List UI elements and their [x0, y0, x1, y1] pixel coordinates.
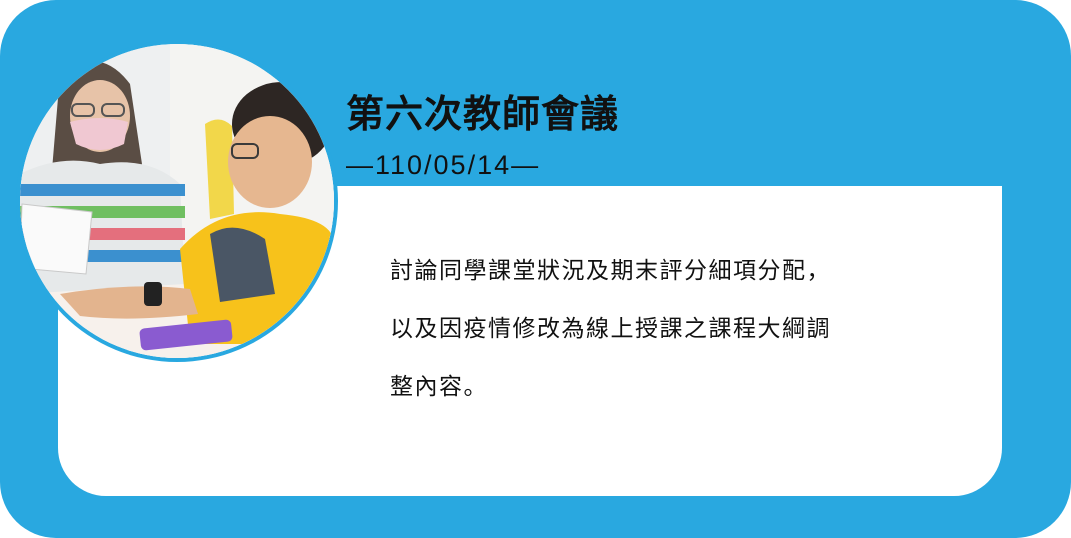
meeting-date: —110/05/14—: [346, 150, 541, 180]
description-line: 討論同學課堂狀況及期末評分細項分配，: [390, 258, 831, 284]
meeting-description: 討論同學課堂狀況及期末評分細項分配， 以及因疫情修改為線上授課之課程大綱調 整內…: [390, 246, 970, 420]
photo-frame: [16, 40, 338, 362]
meeting-title: 第六次教師會議: [346, 92, 620, 136]
meeting-card: 第六次教師會議 —110/05/14— 討論同學課堂狀況及期末評分細項分配， 以…: [0, 0, 1071, 538]
meeting-photo: [20, 44, 334, 358]
description-line: 整內容。: [390, 374, 488, 400]
description-line: 以及因疫情修改為線上授課之課程大綱調: [390, 316, 831, 342]
meeting-photo-illustration: [20, 44, 334, 358]
